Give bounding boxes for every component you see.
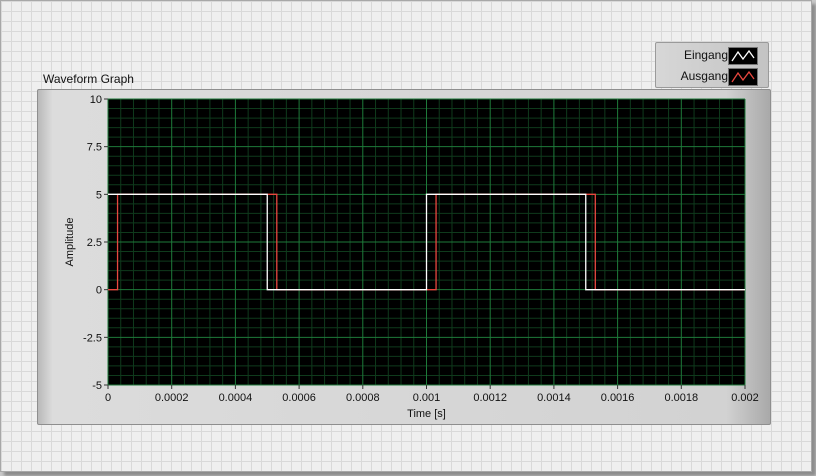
- x-tick-label: 0.002: [731, 392, 759, 404]
- x-tick-label: 0.001: [413, 392, 441, 404]
- y-tick-label: 2.5: [87, 237, 102, 249]
- y-tick-label: 0: [96, 285, 102, 297]
- y-axis-ticks: -5 -2.5 0 2.5 5 7.5 10: [83, 94, 108, 392]
- y-tick-label: 10: [90, 94, 102, 106]
- y-tick-label: -5: [92, 380, 102, 392]
- x-tick-label: 0.0004: [219, 392, 253, 404]
- x-tick-label: 0.0002: [155, 392, 189, 404]
- x-tick-label: 0.0012: [473, 392, 507, 404]
- x-axis-ticks: 0 0.0002 0.0004 0.0006 0.0008 0.001 0.0012 0.00…: [105, 385, 759, 404]
- front-panel: Waveform Graph Eingang Ausgang 0 0.0002 0.…: [0, 0, 812, 472]
- x-tick-label: 0.0014: [537, 392, 571, 404]
- y-tick-label: 7.5: [87, 142, 102, 154]
- x-tick-label: 0.0016: [601, 392, 635, 404]
- y-tick-label: -2.5: [83, 332, 102, 344]
- x-tick-label: 0: [105, 392, 111, 404]
- x-axis-label: Time [s]: [407, 408, 446, 420]
- waveform-chart: 0 0.0002 0.0004 0.0006 0.0008 0.001 0.0012 0.00…: [64, 94, 759, 420]
- x-tick-label: 0.0006: [282, 392, 316, 404]
- y-axis-label: Amplitude: [64, 218, 76, 267]
- x-tick-label: 0.0008: [346, 392, 380, 404]
- y-tick-label: 5: [96, 189, 102, 201]
- x-tick-label: 0.0018: [664, 392, 698, 404]
